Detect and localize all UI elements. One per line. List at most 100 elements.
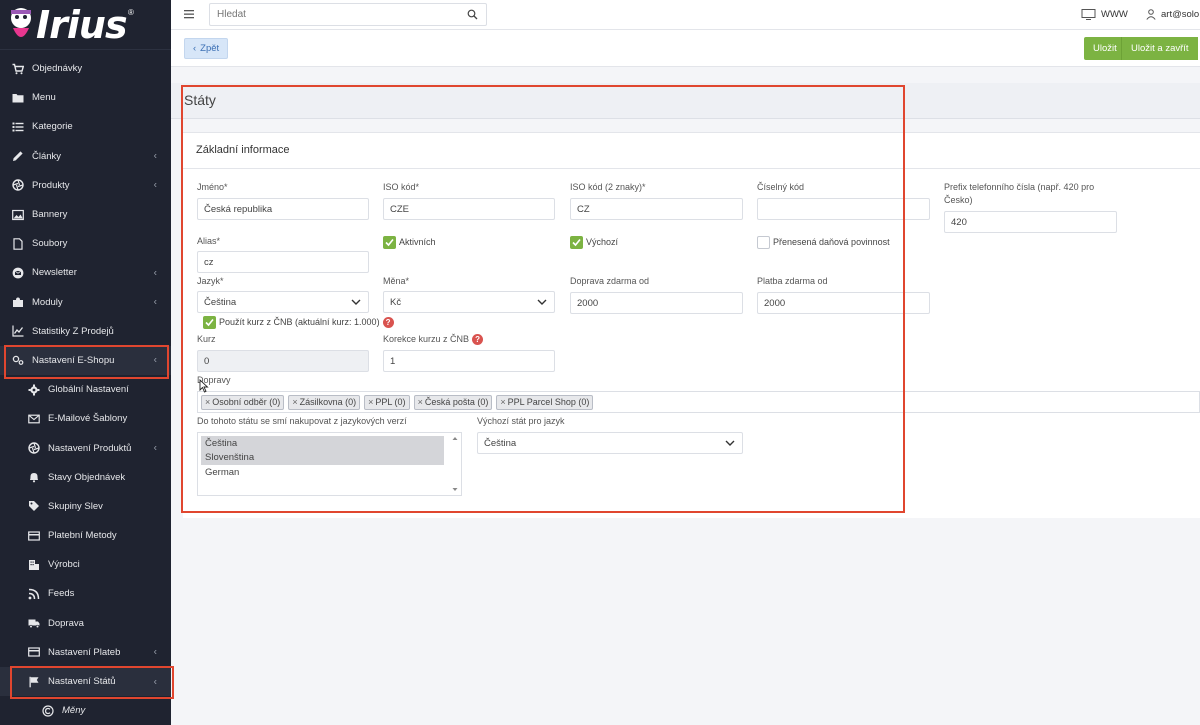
- chevron-left-icon: ‹: [153, 646, 157, 658]
- iso2-input[interactable]: CZ: [570, 198, 743, 220]
- remove-tag-icon[interactable]: ×: [418, 397, 423, 407]
- prefix-input[interactable]: 420: [944, 211, 1117, 233]
- shipping-tag[interactable]: × PPL (0): [364, 394, 410, 410]
- sidebar: Irius ® Objednávky Menu Kategorie Články ‹ Pr…: [0, 0, 171, 725]
- lang-option[interactable]: German: [201, 465, 444, 480]
- copyright-icon: [41, 704, 54, 717]
- cart-icon: [11, 62, 24, 75]
- sidebar-item-statistiky-z-prodej-[interactable]: Statistiky Z Prodejů: [0, 317, 171, 346]
- langs-allowed-multiselect[interactable]: Čeština Slovenština German: [197, 432, 462, 496]
- shipping-tag-label: Česká pošta (0): [424, 397, 489, 407]
- image-icon: [11, 208, 24, 221]
- www-link[interactable]: WWW: [1081, 9, 1128, 20]
- default-checkbox[interactable]: [570, 236, 583, 249]
- sidebar-item-nastaven-e-shopu[interactable]: Nastavení E-Shopu ‹: [0, 345, 171, 376]
- rate-correction-label-wrap: Korekce kurzu z ČNB?: [383, 333, 484, 346]
- chevron-down-icon: [725, 440, 735, 446]
- sidebar-item--l-nky[interactable]: Články ‹: [0, 142, 171, 171]
- shipping-tag[interactable]: × Česká pošta (0): [413, 394, 493, 410]
- sidebar-item-moduly[interactable]: Moduly ‹: [0, 288, 171, 317]
- shipping-tag[interactable]: × Zásilkovna (0): [288, 394, 361, 410]
- sidebar-item-label: Nastavení E-Shopu: [32, 354, 115, 366]
- sidebar-item-v-robci[interactable]: Výrobci: [0, 550, 171, 579]
- sidebar-item-label: Menu: [32, 92, 56, 104]
- logo[interactable]: Irius ®: [0, 0, 171, 50]
- user-label: art@solo: [1161, 9, 1200, 20]
- free-payment-input[interactable]: 2000: [757, 292, 930, 314]
- card-divider: [183, 168, 1200, 169]
- scrollbar[interactable]: [449, 433, 461, 495]
- free-shipping-input[interactable]: 2000: [570, 292, 743, 314]
- lang-option[interactable]: Čeština: [201, 436, 444, 451]
- vat-checkbox[interactable]: [757, 236, 770, 249]
- sidebar-item-nastaven-plateb[interactable]: Nastavení Plateb ‹: [0, 638, 171, 667]
- remove-tag-icon[interactable]: ×: [500, 397, 505, 407]
- sidebar-item-label: Nastavení Států: [48, 676, 116, 688]
- active-checkbox[interactable]: [383, 236, 396, 249]
- default-state-select[interactable]: Čeština: [477, 432, 743, 454]
- alias-label: Alias*: [197, 236, 221, 246]
- sidebar-item-newsletter[interactable]: Newsletter ‹: [0, 258, 171, 287]
- remove-tag-icon[interactable]: ×: [368, 397, 373, 407]
- save-button[interactable]: Uložit: [1084, 37, 1126, 60]
- iso-input[interactable]: CZE: [383, 198, 555, 220]
- sidebar-item-nastaven-produkt-[interactable]: Nastavení Produktů ‹: [0, 433, 171, 462]
- cnb-checkbox[interactable]: [203, 316, 216, 329]
- hamburger-icon[interactable]: [184, 9, 194, 19]
- language-select[interactable]: Čeština: [197, 291, 369, 313]
- shipping-tag[interactable]: × PPL Parcel Shop (0): [496, 394, 594, 410]
- sidebar-item-soubory[interactable]: Soubory: [0, 229, 171, 258]
- help-icon[interactable]: ?: [472, 334, 484, 346]
- currency-select[interactable]: Kč: [383, 291, 555, 313]
- sidebar-item-menu[interactable]: Menu: [0, 83, 171, 112]
- cogs-icon: [11, 354, 24, 367]
- sidebar-item-produkty[interactable]: Produkty ‹: [0, 171, 171, 200]
- rate-correction-input[interactable]: 1: [383, 350, 555, 372]
- shipping-tag[interactable]: × Osobní odběr (0): [201, 394, 285, 410]
- sidebar-item-label: Nastavení Produktů: [48, 442, 132, 454]
- truck-icon: [27, 617, 40, 630]
- gear-icon: [27, 383, 40, 396]
- check-icon: [385, 238, 394, 247]
- search-box: [209, 3, 487, 26]
- sidebar-item-label: Skupiny Slev: [48, 500, 103, 512]
- search-input[interactable]: [210, 4, 450, 25]
- name-input[interactable]: Česká republika: [197, 198, 369, 220]
- sidebar-item-label: E-Mailové Šablony: [48, 413, 128, 425]
- sidebar-item-objedn-vky[interactable]: Objednávky: [0, 54, 171, 83]
- sidebar-item-label: Články: [32, 150, 62, 162]
- numcode-input[interactable]: [757, 198, 930, 220]
- page-title: Státy: [184, 92, 216, 108]
- sidebar-item-bannery[interactable]: Bannery: [0, 200, 171, 229]
- shipping-tag-label: PPL (0): [375, 397, 406, 407]
- sidebar-item-stavy-objedn-vek[interactable]: Stavy Objednávek: [0, 463, 171, 492]
- topbar: WWW art@solo: [171, 0, 1200, 30]
- default-state-select-value: Čeština: [484, 437, 517, 449]
- currency-select-value: Kč: [390, 296, 402, 308]
- sidebar-item-kategorie[interactable]: Kategorie: [0, 112, 171, 141]
- sidebar-item-nastaven-st-t-[interactable]: Nastavení Států ‹: [0, 666, 171, 697]
- sidebar-item-label: Soubory: [32, 238, 68, 250]
- rate-input[interactable]: 0: [197, 350, 369, 372]
- remove-tag-icon[interactable]: ×: [292, 397, 297, 407]
- sidebar-item-doprava[interactable]: Doprava: [0, 609, 171, 638]
- back-button[interactable]: ‹ Zpět: [184, 38, 229, 59]
- sidebar-item-e-mailov-ablony[interactable]: E-Mailové Šablony: [0, 404, 171, 433]
- sidebar-item-glob-ln-nastaven-[interactable]: Globální Nastavení: [0, 375, 171, 404]
- sidebar-item-m-ny[interactable]: Měny: [0, 696, 171, 725]
- shipping-tags-input[interactable]: × Osobní odběr (0) × Zásilkovna (0) × PPL (…: [197, 391, 1200, 413]
- save-close-button[interactable]: Uložit a zavřít: [1121, 37, 1198, 60]
- sidebar-item-label: Statistiky Z Prodejů: [32, 325, 114, 337]
- search-icon[interactable]: [467, 9, 478, 20]
- user-menu[interactable]: art@solo: [1146, 9, 1199, 20]
- alias-input[interactable]: cz: [197, 251, 369, 273]
- sidebar-item-label: Výrobci: [48, 559, 80, 571]
- sidebar-item-feeds[interactable]: Feeds: [0, 579, 171, 608]
- sidebar-item-label: Objednávky: [32, 63, 83, 75]
- sidebar-item-skupiny-slev[interactable]: Skupiny Slev: [0, 492, 171, 521]
- help-icon[interactable]: ?: [382, 317, 394, 329]
- sidebar-item-platebn-metody[interactable]: Platební Metody: [0, 521, 171, 550]
- building-icon: [27, 558, 40, 571]
- remove-tag-icon[interactable]: ×: [205, 397, 210, 407]
- lang-option[interactable]: Slovenština: [201, 450, 444, 466]
